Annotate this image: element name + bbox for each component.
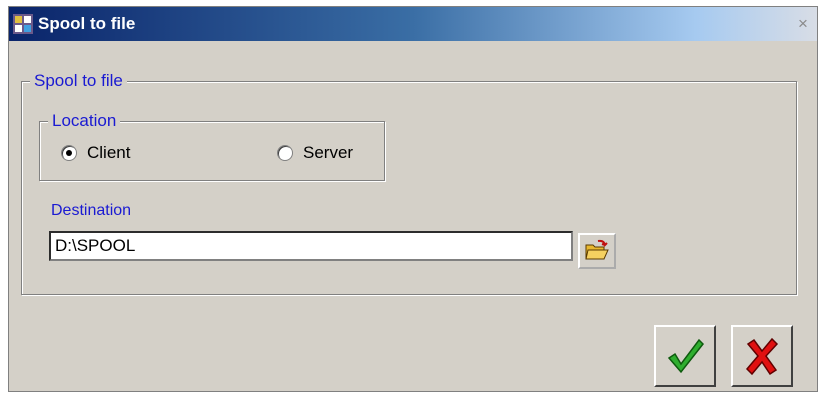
browse-folder-button[interactable] bbox=[578, 233, 616, 269]
radio-client-indicator[interactable] bbox=[61, 145, 77, 161]
checkmark-icon bbox=[667, 338, 705, 374]
destination-input[interactable] bbox=[49, 231, 573, 261]
radio-server[interactable]: Server bbox=[277, 143, 353, 163]
radio-server-indicator[interactable] bbox=[277, 145, 293, 161]
close-button[interactable]: × bbox=[793, 14, 813, 34]
location-legend: Location bbox=[48, 111, 121, 131]
cancel-button[interactable] bbox=[731, 325, 793, 387]
title-bar[interactable]: Spool to file × bbox=[9, 7, 817, 41]
radio-server-label: Server bbox=[303, 143, 354, 162]
open-folder-icon bbox=[585, 239, 609, 260]
window-title: Spool to file bbox=[38, 14, 136, 33]
destination-label: Destination bbox=[51, 202, 132, 219]
radio-client[interactable]: Client bbox=[61, 143, 130, 163]
close-icon: × bbox=[798, 14, 808, 33]
x-icon bbox=[745, 337, 779, 376]
ok-button[interactable] bbox=[654, 325, 716, 387]
dialog-window: Spool to file × Spool to file Location C… bbox=[8, 6, 818, 392]
radio-client-label: Client bbox=[87, 143, 131, 162]
spool-to-file-legend: Spool to file bbox=[30, 71, 127, 91]
app-icon bbox=[13, 14, 33, 34]
spool-to-file-group: Spool to file bbox=[21, 71, 797, 295]
